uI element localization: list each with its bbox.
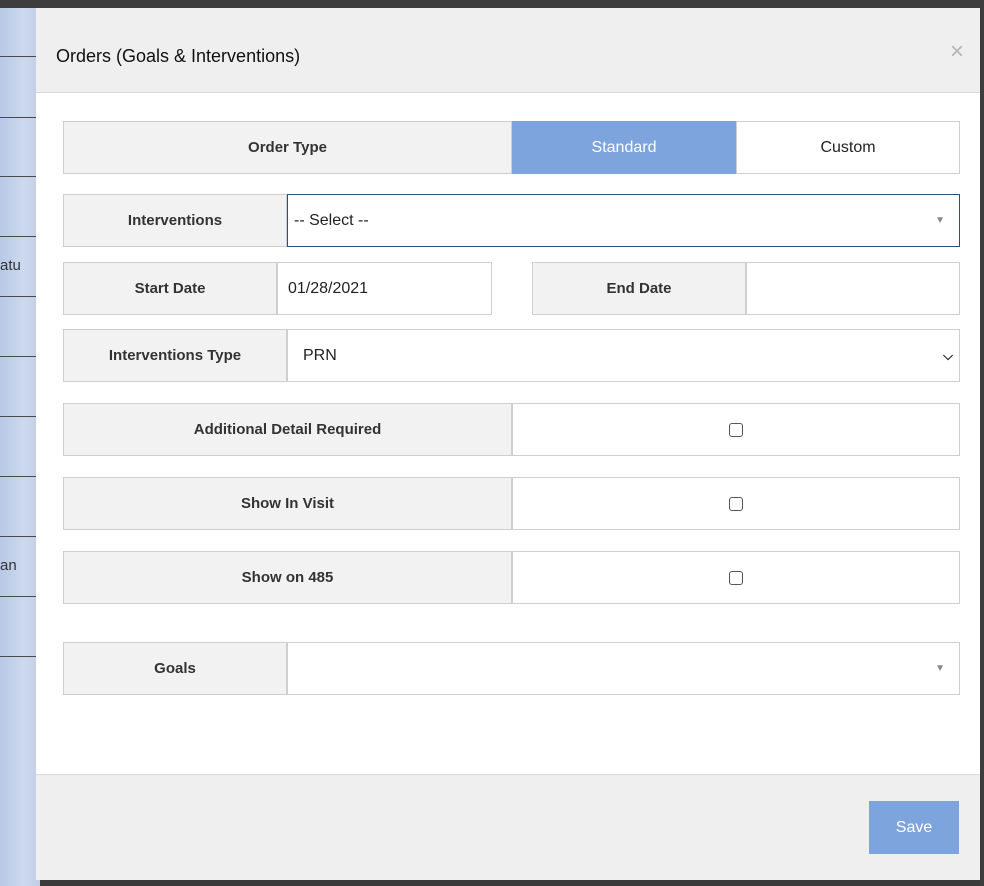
background-divider <box>0 356 40 357</box>
background-divider <box>0 56 40 57</box>
additional-detail-cell <box>512 403 960 456</box>
goals-label: Goals <box>63 642 287 695</box>
show-on-485-row: Show on 485 <box>63 551 960 604</box>
orders-modal: Orders (Goals & Interventions) × Order T… <box>36 8 980 880</box>
order-type-label: Order Type <box>63 121 512 174</box>
caret-down-icon: ▼ <box>935 663 945 674</box>
show-in-visit-row: Show In Visit <box>63 477 960 530</box>
close-icon[interactable]: × <box>950 40 964 64</box>
end-date-input[interactable] <box>746 262 960 315</box>
background-divider <box>0 236 40 237</box>
show-on-485-label: Show on 485 <box>63 551 512 604</box>
background-divider <box>0 416 40 417</box>
interventions-row: Interventions -- Select -- ▼ <box>63 194 960 247</box>
goals-row: Goals ▼ <box>63 642 960 695</box>
show-on-485-cell <box>512 551 960 604</box>
modal-header: Orders (Goals & Interventions) × <box>36 8 980 93</box>
background-divider <box>0 536 40 537</box>
show-in-visit-label: Show In Visit <box>63 477 512 530</box>
interventions-type-label: Interventions Type <box>63 329 287 382</box>
background-page: atu an <box>0 0 40 886</box>
modal-footer: Save <box>36 774 980 880</box>
background-text-fragment: atu <box>0 257 21 274</box>
background-divider <box>0 176 40 177</box>
background-text-fragment: an <box>0 557 17 574</box>
goals-select[interactable]: ▼ <box>287 642 960 695</box>
interventions-type-row: Interventions Type PRN ⌵ <box>63 329 960 382</box>
start-date-label: Start Date <box>63 262 277 315</box>
additional-detail-label: Additional Detail Required <box>63 403 512 456</box>
start-date-input[interactable]: 01/28/2021 <box>277 262 492 315</box>
additional-detail-checkbox[interactable] <box>729 422 743 437</box>
background-divider <box>0 656 40 657</box>
overlay-top <box>0 0 984 8</box>
caret-down-icon: ▼ <box>935 215 945 226</box>
additional-detail-row: Additional Detail Required <box>63 403 960 456</box>
order-type-standard-button[interactable]: Standard <box>512 121 736 174</box>
interventions-type-value: PRN <box>303 346 337 364</box>
background-divider <box>0 596 40 597</box>
background-divider <box>0 296 40 297</box>
chevron-down-icon: ⌵ <box>943 347 953 363</box>
interventions-label: Interventions <box>63 194 287 247</box>
background-divider <box>0 476 40 477</box>
interventions-select[interactable]: -- Select -- ▼ <box>287 194 960 247</box>
end-date-label: End Date <box>532 262 746 315</box>
order-type-row: Order Type Standard Custom <box>63 121 960 174</box>
modal-title: Orders (Goals & Interventions) <box>56 46 301 66</box>
interventions-select-value: -- Select -- <box>294 211 369 229</box>
show-in-visit-checkbox[interactable] <box>729 496 743 511</box>
show-on-485-checkbox[interactable] <box>729 570 743 585</box>
overlay-right <box>980 0 984 886</box>
show-in-visit-cell <box>512 477 960 530</box>
save-button[interactable]: Save <box>869 801 959 854</box>
order-type-custom-button[interactable]: Custom <box>736 121 960 174</box>
interventions-type-select[interactable]: PRN ⌵ <box>287 329 960 382</box>
background-divider <box>0 117 40 118</box>
date-row: Start Date 01/28/2021 End Date <box>63 262 960 315</box>
date-spacer <box>492 262 532 315</box>
